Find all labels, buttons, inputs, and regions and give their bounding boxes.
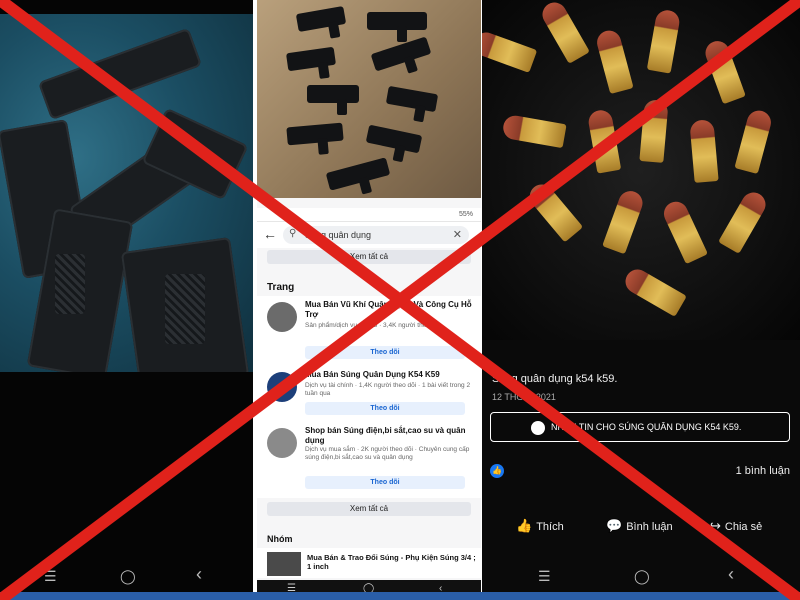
- search-input[interactable]: ⚲ Súng quân dụng ✕: [283, 226, 469, 244]
- home-icon[interactable]: ◯: [120, 568, 136, 585]
- send-message-label: NHẮN TIN CHO SÚNG QUÂN DỤNG K54 K59.: [551, 422, 742, 432]
- messenger-icon: [531, 421, 545, 435]
- share-button[interactable]: ↪ Chia sẻ: [710, 518, 762, 534]
- group-thumbnail: [267, 552, 301, 576]
- like-button[interactable]: 👍 Thích: [516, 518, 564, 534]
- back-icon[interactable]: ‹: [728, 564, 734, 585]
- thumbs-up-icon: 👍: [516, 518, 533, 533]
- pistols-on-table-photo: [257, 0, 481, 198]
- group-result[interactable]: Mua Bán & Trao Đổi Súng - Phụ Kiện Súng …: [257, 548, 481, 578]
- post-title[interactable]: Súng quân dụng k54 k59.: [492, 373, 617, 385]
- bullet-shape: [689, 119, 719, 183]
- menu-icon[interactable]: ☰: [44, 568, 57, 585]
- bullet-shape: [586, 108, 622, 174]
- bullet-shape: [501, 113, 567, 149]
- pistol-grip: [165, 274, 205, 344]
- avatar: [267, 302, 297, 332]
- see-all-button[interactable]: Xem tất cả: [267, 250, 471, 264]
- left-panel: ☰ ◯ ‹: [0, 0, 253, 600]
- see-all-button[interactable]: Xem tất cả: [267, 502, 471, 516]
- bullet-shape: [646, 8, 682, 74]
- follow-button[interactable]: Theo dõi: [305, 402, 465, 415]
- phone-status-bar: 55%: [257, 208, 481, 222]
- search-query: Súng quân dụng: [305, 230, 372, 240]
- collage: ☰ ◯ ‹ 55% ← ⚲ Súng quân dụng ✕ Xem tất c…: [0, 0, 800, 600]
- comment-count[interactable]: 1 bình luận: [736, 465, 790, 477]
- search-bar: ← ⚲ Súng quân dụng ✕: [257, 222, 481, 248]
- page-result[interactable]: Shop bán Súng điện,bi sắt,cao su và quân…: [257, 422, 481, 498]
- page-result[interactable]: Mua Bán Vũ Khí Quân Dụng Và Công Cụ Hỗ T…: [257, 296, 481, 366]
- pistols-photo: [0, 14, 253, 372]
- bullet-shape: [660, 197, 708, 265]
- avatar: [267, 372, 297, 402]
- follow-button[interactable]: Theo dõi: [305, 476, 465, 489]
- pistol-shape: [385, 85, 439, 113]
- like-reaction-icon: 👍: [490, 464, 504, 478]
- bullet-shape: [639, 99, 669, 163]
- bullet-shape: [594, 27, 634, 95]
- bullet-shape: [718, 188, 770, 254]
- bullet-shape: [482, 29, 538, 73]
- pistol-shape: [285, 46, 337, 72]
- pistol-shape: [365, 124, 423, 154]
- bullet-shape: [734, 107, 774, 175]
- back-arrow-icon[interactable]: ←: [263, 226, 277, 242]
- right-panel: Súng quân dụng k54 k59. 12 THG 6, 2021 N…: [482, 0, 800, 600]
- page-meta: Dịch vụ mua sắm · 2K người theo dõi · Ch…: [305, 446, 470, 461]
- pistol-shape: [367, 12, 427, 42]
- post-date: 12 THG 6, 2021: [492, 392, 556, 402]
- menu-icon[interactable]: ☰: [538, 568, 551, 585]
- bullet-shape: [538, 0, 590, 64]
- bullet-shape: [702, 37, 746, 105]
- page-title[interactable]: Mua Bán Vũ Khí Quân Dụng Và Công Cụ Hỗ T…: [305, 300, 473, 320]
- ammunition-photo: [482, 0, 800, 340]
- bullet-shape: [621, 265, 687, 317]
- page-meta: Dịch vụ tài chính · 1,4K người theo dõi …: [305, 382, 471, 397]
- comment-button[interactable]: 💬 Bình luận: [606, 518, 673, 534]
- section-heading-groups: Nhóm: [267, 534, 293, 544]
- back-icon[interactable]: ‹: [196, 564, 202, 585]
- pistol-shape: [295, 5, 347, 33]
- search-icon: ⚲: [289, 228, 297, 239]
- pistol-grip: [55, 254, 85, 314]
- bullet-shape: [524, 179, 584, 243]
- pistol-shape: [307, 85, 359, 115]
- share-icon: ↪: [710, 518, 721, 533]
- follow-button[interactable]: Theo dõi: [305, 346, 465, 359]
- page-meta: Sản phẩm/dịch vụ · 1,0/5 · 3,4K người th…: [305, 322, 441, 329]
- group-title[interactable]: Mua Bán & Trao Đổi Súng - Phụ Kiện Súng …: [307, 553, 477, 571]
- page-title[interactable]: Mua Bán Súng Quân Dụng K54 K59: [305, 370, 473, 380]
- bottom-strip: [0, 592, 800, 600]
- middle-panel: 55% ← ⚲ Súng quân dụng ✕ Xem tất cả Tran…: [257, 0, 481, 600]
- comment-icon: 💬: [606, 518, 623, 533]
- pistol-shape: [37, 27, 203, 121]
- like-label: Thích: [536, 521, 564, 533]
- close-icon[interactable]: ✕: [453, 228, 462, 241]
- pistol-shape: [325, 157, 391, 191]
- page-title[interactable]: Shop bán Súng điện,bi sắt,cao su và quân…: [305, 426, 473, 446]
- section-heading-pages: Trang: [267, 282, 295, 293]
- bullet-shape: [602, 187, 646, 255]
- avatar: [267, 428, 297, 458]
- share-label: Chia sẻ: [724, 521, 763, 533]
- comment-label: Bình luận: [626, 521, 673, 533]
- send-message-button[interactable]: NHẮN TIN CHO SÚNG QUÂN DỤNG K54 K59.: [490, 412, 790, 442]
- battery-level: 55%: [458, 211, 473, 218]
- home-icon[interactable]: ◯: [634, 568, 650, 585]
- pistol-shape: [286, 122, 344, 146]
